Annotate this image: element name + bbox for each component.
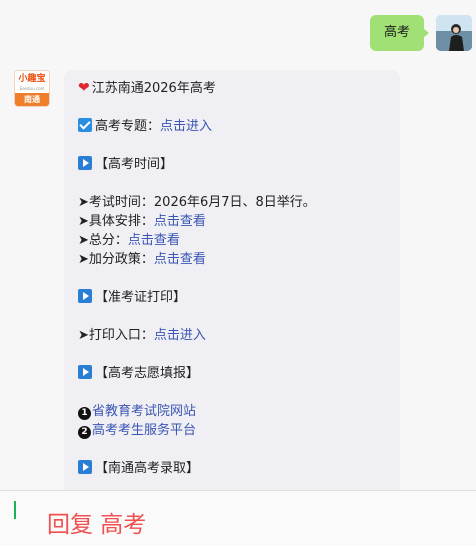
play-icon: [78, 365, 92, 379]
student-service-link[interactable]: 高考考生服务平台: [92, 423, 196, 438]
bonus-label: ➤加分政策：: [78, 252, 154, 267]
user-avatar[interactable]: [436, 15, 472, 51]
number-two-icon: 2: [78, 426, 91, 439]
bonus-link[interactable]: 点击查看: [154, 252, 206, 267]
bonus-line: ➤加分政策：点击查看: [78, 250, 206, 269]
print-line: ➤打印入口：点击进入: [78, 326, 206, 345]
section-application-heading: 【高考志愿填报】: [78, 364, 199, 383]
topic-label: 高考专题：: [95, 119, 161, 134]
bot-avatar-city: 南通: [15, 93, 49, 106]
section4-heading: 【南通高考录取】: [95, 461, 200, 476]
total-link[interactable]: 点击查看: [128, 233, 180, 248]
bot-title-line: ❤ 江苏南通2026年高考: [78, 79, 216, 98]
user-message-bubble: 高考: [370, 15, 429, 51]
section-admission-heading: 【南通高考录取】: [78, 459, 199, 478]
number-one-icon: 1: [78, 407, 91, 420]
topic-line: 高考专题：点击进入: [78, 117, 212, 136]
print-label: ➤打印入口：: [78, 328, 154, 343]
exam-institute-link-line: 1 省教育考试院网站: [78, 402, 196, 421]
reply-hint: 回复 高考: [47, 512, 147, 538]
text-cursor: [14, 501, 16, 519]
exam-time-label: ➤考试时间：: [78, 195, 154, 210]
total-label: ➤总分：: [78, 233, 128, 248]
total-line: ➤总分：点击查看: [78, 231, 180, 250]
user-message-text: 高考: [383, 25, 410, 40]
student-service-link-line: 2 高考考生服务平台: [78, 421, 196, 440]
play-icon: [78, 156, 92, 170]
section2-heading: 【准考证打印】: [95, 290, 187, 305]
user-avatar-image: [436, 15, 472, 51]
bot-avatar-site: Eeeduu.com: [19, 86, 45, 91]
bot-avatar-logo: 小趣宝: [18, 74, 46, 84]
section3-heading: 【高考志愿填报】: [95, 366, 200, 381]
bot-message-bubble: ❤ 江苏南通2026年高考 高考专题：点击进入 【高考时间】 ➤考试时间：2026…: [64, 70, 400, 500]
section1-heading: 【高考时间】: [95, 157, 174, 172]
schedule-line: ➤具体安排：点击查看: [78, 212, 206, 231]
exam-institute-link[interactable]: 省教育考试院网站: [92, 404, 196, 419]
exam-time-value: 2026年6月7日、8日举行。: [153, 195, 316, 210]
checkbox-icon: [78, 118, 92, 132]
section-admission-ticket-heading: 【准考证打印】: [78, 288, 186, 307]
topic-link[interactable]: 点击进入: [160, 119, 212, 134]
section-exam-time-heading: 【高考时间】: [78, 155, 173, 174]
heart-icon: ❤: [78, 80, 90, 96]
print-link[interactable]: 点击进入: [154, 328, 206, 343]
play-icon: [78, 460, 92, 474]
schedule-label: ➤具体安排：: [78, 214, 154, 229]
reply-input-bar[interactable]: 回复 高考: [0, 490, 476, 546]
bot-title: 江苏南通2026年高考: [91, 81, 216, 96]
exam-time-line: ➤考试时间：2026年6月7日、8日举行。: [78, 193, 316, 212]
bot-avatar[interactable]: 小趣宝 Eeeduu.com 南通: [14, 70, 50, 107]
schedule-link[interactable]: 点击查看: [154, 214, 206, 229]
play-icon: [78, 289, 92, 303]
